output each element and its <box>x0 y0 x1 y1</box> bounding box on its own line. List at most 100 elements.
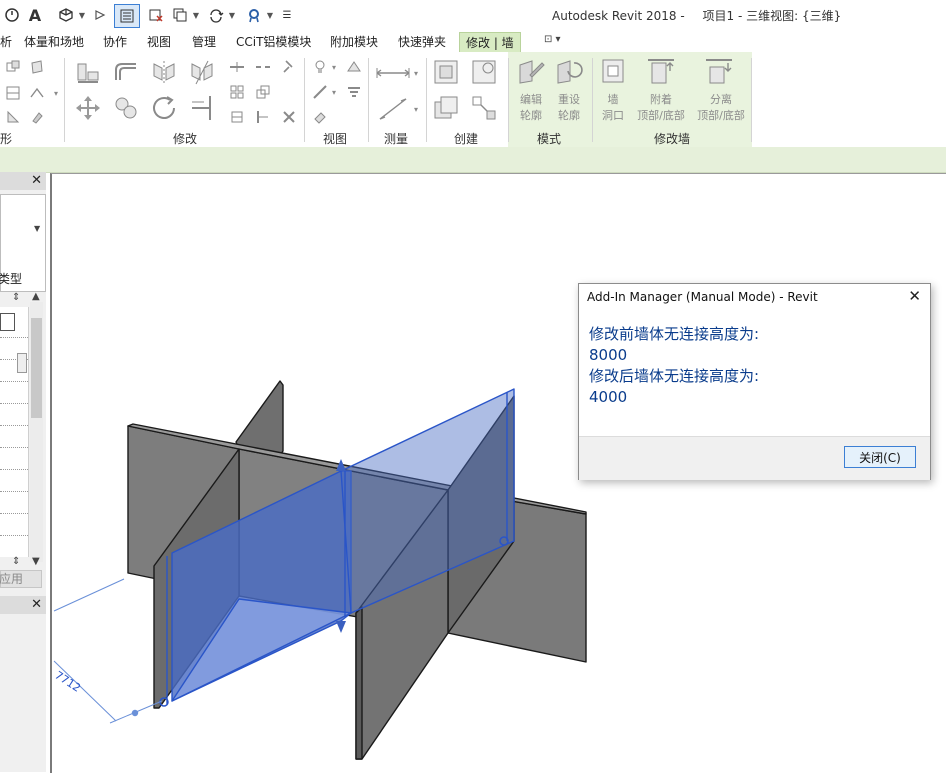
customize-icon[interactable]: ☰ <box>280 5 294 25</box>
tab-analyze[interactable]: 析 <box>0 33 12 50</box>
tab-view[interactable]: 视图 <box>147 33 171 50</box>
value-after: 4000 <box>589 388 628 406</box>
ribbon-panel: ▾ 形 修改 ▾ ▾ 视图 ▾ ▾ 测量 创建 编辑 轮廓 重设 轮廓 模式 墙… <box>0 52 946 147</box>
dropdown-icon[interactable]: ▾ <box>330 85 338 99</box>
edit-profile-icon[interactable] <box>514 56 548 86</box>
rotate-icon[interactable] <box>148 92 180 124</box>
tab-addins[interactable]: 附加模块 <box>330 33 378 50</box>
chevron-down-icon[interactable]: ▼ <box>34 224 40 233</box>
mirror-axis-icon[interactable] <box>148 56 180 88</box>
unpin-icon[interactable] <box>228 108 246 126</box>
scroll-down-icon[interactable]: ▼ <box>32 556 40 567</box>
split-icon[interactable] <box>228 58 246 76</box>
open-icon[interactable] <box>2 5 22 25</box>
property-field[interactable] <box>0 313 15 331</box>
temporary-dimension[interactable] <box>53 578 163 724</box>
3d-view-icon[interactable] <box>56 5 76 25</box>
detach-top-base-label[interactable]: 分离 顶部/底部 <box>690 92 752 124</box>
detach-top-base-icon[interactable] <box>702 56 736 86</box>
tab-manage[interactable]: 管理 <box>192 33 216 50</box>
tab-quick-clip[interactable]: 快速弹夹 <box>398 33 446 50</box>
dropdown-icon[interactable]: ▾ <box>412 66 420 80</box>
copy-icon[interactable] <box>110 92 142 124</box>
text-icon[interactable]: A <box>26 5 44 25</box>
mirror-draw-icon[interactable] <box>186 56 218 88</box>
sync-icon[interactable] <box>206 5 226 25</box>
collapse-icon[interactable]: ⇕ <box>12 292 20 303</box>
wall-opening-label[interactable]: 墙 洞口 <box>596 92 630 124</box>
hide-icon[interactable] <box>310 58 330 76</box>
dimension-value[interactable]: 7712 <box>52 669 83 695</box>
table-row <box>0 403 28 405</box>
dropdown-icon[interactable]: ▼ <box>266 5 274 25</box>
close-icon[interactable]: ✕ <box>908 287 921 305</box>
trim-extend-icon[interactable] <box>186 92 218 124</box>
attach-top-base-label[interactable]: 附着 顶部/底部 <box>630 92 692 124</box>
create-assembly-icon[interactable] <box>430 56 462 88</box>
tab-massing[interactable]: 体量和场地 <box>24 33 84 50</box>
join-icon[interactable] <box>4 84 22 102</box>
align-trim-icon[interactable] <box>254 108 272 126</box>
scroll-up-icon[interactable]: ▲ <box>32 291 40 302</box>
edit-type-label: 编辑类型 <box>0 272 23 286</box>
paint-icon[interactable] <box>28 108 46 126</box>
edit-type-button[interactable]: 编辑类型 <box>0 270 46 287</box>
dropdown-icon[interactable]: ▾ <box>412 102 420 116</box>
collapse-icon[interactable]: ⇕ <box>12 556 20 567</box>
measure-distance-icon[interactable] <box>374 64 412 82</box>
align-icon[interactable] <box>72 56 104 88</box>
create-similar-icon[interactable] <box>468 92 500 124</box>
dropdown-icon[interactable]: ▼ <box>192 5 200 25</box>
dropdown-icon[interactable]: ▼ <box>78 5 86 25</box>
move-icon[interactable] <box>72 92 104 124</box>
pin-icon[interactable] <box>280 58 298 76</box>
table-row <box>0 469 28 471</box>
filter-icon[interactable] <box>344 83 364 101</box>
thin-lines-icon[interactable] <box>114 4 140 28</box>
dimension-icon[interactable] <box>374 94 412 124</box>
array-icon[interactable] <box>228 83 246 101</box>
wall-joins-icon[interactable] <box>28 84 46 102</box>
delete-icon[interactable] <box>280 108 298 126</box>
close-icon[interactable]: ✕ <box>31 173 42 188</box>
tab-ccit[interactable]: CCiT铝模模块 <box>236 33 311 50</box>
create-parts-icon[interactable] <box>468 56 500 88</box>
cut-geometry-icon[interactable] <box>28 58 46 76</box>
apply-button[interactable]: 应用 <box>0 570 42 588</box>
eraser-icon[interactable] <box>310 108 330 126</box>
properties-panel: ✕ ▼ 编辑类型 ⇕ ▲ ⇕ ▼ 应用 ✕ <box>0 172 46 772</box>
wall-opening-line1: 墙 <box>607 93 619 106</box>
scale-icon[interactable] <box>254 83 272 101</box>
close-icon[interactable]: ✕ <box>31 597 42 612</box>
attach-top-base-icon[interactable] <box>644 56 678 86</box>
ribbon-separator <box>426 58 427 142</box>
linework-icon[interactable] <box>310 83 330 101</box>
close-hidden-icon[interactable] <box>146 5 166 25</box>
geometry-icon[interactable] <box>4 58 22 76</box>
wall-opening-icon[interactable] <box>598 56 628 86</box>
table-row <box>0 381 28 383</box>
dropdown-icon[interactable]: ▼ <box>228 5 236 25</box>
create-group-icon[interactable] <box>430 92 462 124</box>
tab-collaborate[interactable]: 协作 <box>103 33 127 50</box>
close-button[interactable]: 关闭(C) <box>844 446 916 468</box>
scrollbar-thumb[interactable] <box>31 318 42 418</box>
options-bar <box>0 147 946 173</box>
reset-profile-icon[interactable] <box>552 56 586 86</box>
edit-profile-label[interactable]: 编辑 轮廓 <box>514 92 548 124</box>
split-gap-icon[interactable] <box>254 58 272 76</box>
row-handle[interactable] <box>17 353 27 373</box>
shape-handle-bottom-icon[interactable] <box>336 621 346 633</box>
reset-profile-label[interactable]: 重设 轮廓 <box>552 92 586 124</box>
cloud-icon[interactable] <box>244 5 264 25</box>
minimize-ribbon-icon[interactable]: ⊡ ▾ <box>544 34 561 45</box>
properties-scrollbar[interactable] <box>30 302 43 562</box>
dropdown-icon[interactable]: ▾ <box>52 86 60 100</box>
offset-icon[interactable] <box>110 56 142 88</box>
tab-modify-wall[interactable]: 修改 | 墙 <box>459 32 521 52</box>
switch-windows-icon[interactable] <box>170 5 190 25</box>
dropdown-icon[interactable]: ▾ <box>330 60 338 74</box>
demolish-icon[interactable] <box>4 108 22 126</box>
default-view-icon[interactable] <box>92 5 108 25</box>
override-icon[interactable] <box>344 58 364 76</box>
